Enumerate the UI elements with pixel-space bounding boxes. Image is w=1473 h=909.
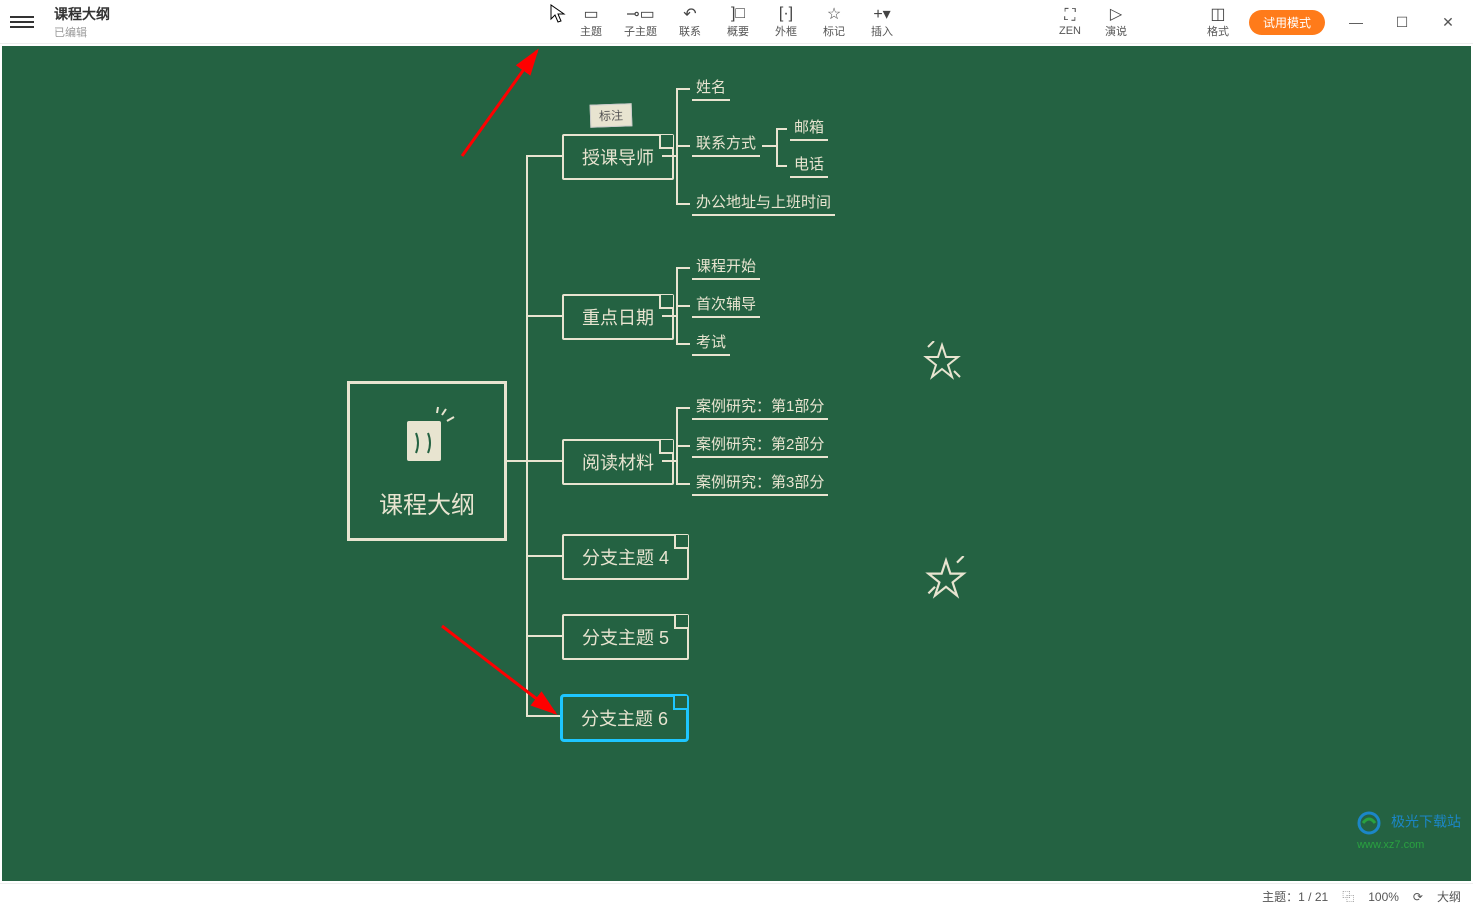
mindmap-canvas[interactable]: 课程大纲 标注 授课导师 姓名 联系方式 邮箱 电话 办公地址与上班时间 重点日… xyxy=(0,44,1473,883)
leaf-name[interactable]: 姓名 xyxy=(692,76,730,101)
top-toolbar: 课程大纲 已编辑 ▭主题 ⊸▭子主题 ↶联系 ]□概要 [·]外框 ☆标记 +▾… xyxy=(0,0,1473,44)
relation-icon: ↶ xyxy=(683,5,696,23)
zoom-level[interactable]: 100% xyxy=(1368,890,1399,904)
relation-button[interactable]: ↶联系 xyxy=(675,0,705,44)
document-title: 课程大纲 xyxy=(54,4,110,24)
annotation-arrow-2 xyxy=(437,621,567,731)
cursor-icon xyxy=(550,4,566,29)
topic-count: 主题：1 / 21 xyxy=(1262,888,1328,905)
marker-button[interactable]: ☆标记 xyxy=(819,0,849,44)
connector-lines xyxy=(2,46,1471,881)
leaf-phone[interactable]: 电话 xyxy=(790,153,828,178)
leaf-course-start[interactable]: 课程开始 xyxy=(692,255,760,280)
topic-button[interactable]: ▭主题 xyxy=(576,0,606,44)
central-topic[interactable]: 课程大纲 xyxy=(347,381,507,541)
pitch-button[interactable]: ▷演说 xyxy=(1101,5,1131,39)
insert-icon: +▾ xyxy=(873,5,890,23)
leaf-case3[interactable]: 案例研究：第3部分 xyxy=(692,471,828,496)
node-dates[interactable]: 重点日期 xyxy=(562,294,674,340)
document-status: 已编辑 xyxy=(54,24,110,40)
minimize-button[interactable]: — xyxy=(1341,14,1371,30)
center-toolbar: ▭主题 ⊸▭子主题 ↶联系 ]□概要 [·]外框 ☆标记 +▾插入 xyxy=(576,0,897,44)
zen-button[interactable]: ⛶ZEN xyxy=(1055,7,1085,37)
node-reading[interactable]: 阅读材料 xyxy=(562,439,674,485)
note-tag[interactable]: 标注 xyxy=(590,103,633,127)
marker-icon: ☆ xyxy=(827,5,841,23)
maximize-button[interactable]: ☐ xyxy=(1387,14,1417,31)
document-title-block: 课程大纲 已编辑 xyxy=(54,4,110,40)
hamburger-menu-icon[interactable] xyxy=(10,10,34,34)
right-toolbar: ⛶ZEN ▷演说 ◫格式 试用模式 — ☐ ✕ xyxy=(1055,0,1463,44)
node-branch4[interactable]: 分支主题 4 xyxy=(562,534,689,580)
subtopic-button[interactable]: ⊸▭子主题 xyxy=(624,0,657,44)
topic-icon: ▭ xyxy=(583,5,598,23)
leaf-case1[interactable]: 案例研究：第1部分 xyxy=(692,395,828,420)
leaf-office[interactable]: 办公地址与上班时间 xyxy=(692,191,835,216)
boundary-icon: [·] xyxy=(779,5,793,23)
node-branch5[interactable]: 分支主题 5 xyxy=(562,614,689,660)
book-icon xyxy=(392,403,462,473)
format-button[interactable]: ◫格式 xyxy=(1203,5,1233,39)
status-bar: 主题：1 / 21 ⿻ 100% ⟳ 大纲 xyxy=(0,883,1473,909)
trial-mode-button[interactable]: 试用模式 xyxy=(1249,10,1325,35)
boundary-button[interactable]: [·]外框 xyxy=(771,0,801,44)
watermark-url: www.xz7.com xyxy=(1357,839,1424,851)
close-button[interactable]: ✕ xyxy=(1433,14,1463,31)
node-instructor[interactable]: 授课导师 xyxy=(562,134,674,180)
leaf-exam[interactable]: 考试 xyxy=(692,331,730,356)
zen-icon: ⛶ xyxy=(1064,7,1075,25)
insert-button[interactable]: +▾插入 xyxy=(867,0,897,44)
central-topic-label: 课程大纲 xyxy=(379,485,475,520)
leaf-email[interactable]: 邮箱 xyxy=(790,116,828,141)
watermark-text: 极光下载站 xyxy=(1391,814,1461,830)
star-decoration-icon xyxy=(924,556,968,608)
leaf-first-tutoring[interactable]: 首次辅导 xyxy=(692,293,760,318)
map-view-icon[interactable]: ⿻ xyxy=(1342,888,1354,905)
format-icon: ◫ xyxy=(1210,5,1225,23)
annotation-arrow-1 xyxy=(452,46,572,166)
node-branch6-selected[interactable]: 分支主题 6 xyxy=(560,694,689,742)
leaf-case2[interactable]: 案例研究：第2部分 xyxy=(692,433,828,458)
watermark: 极光下载站 www.xz7.com xyxy=(1357,811,1461,851)
subtopic-icon: ⊸▭ xyxy=(626,5,655,23)
outline-toggle[interactable]: 大纲 xyxy=(1437,888,1461,905)
watermark-logo-icon xyxy=(1357,811,1387,835)
leaf-contact[interactable]: 联系方式 xyxy=(692,132,760,157)
summary-icon: ]□ xyxy=(731,5,745,23)
star-decoration-icon xyxy=(922,341,962,389)
pitch-icon: ▷ xyxy=(1110,5,1122,23)
summary-button[interactable]: ]□概要 xyxy=(723,0,753,44)
refresh-icon[interactable]: ⟳ xyxy=(1413,890,1423,904)
